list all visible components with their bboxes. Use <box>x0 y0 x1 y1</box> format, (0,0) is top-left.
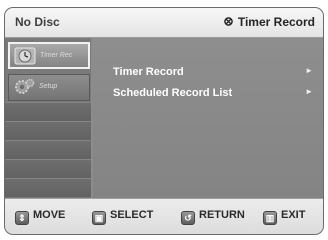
hint-return-label: RETURN <box>199 209 245 221</box>
gear-icon <box>15 78 35 94</box>
menu-item-timer-record[interactable]: Timer Record ► <box>113 66 313 80</box>
dvd-menu-screen: No Disc Timer Record Timer Rec Setup Tim… <box>5 8 323 234</box>
hint-exit-label: EXIT <box>281 209 306 221</box>
menu-item-label: Scheduled Record List <box>113 87 233 99</box>
exit-key-icon: ▥ <box>263 211 277 225</box>
record-circle-icon <box>224 17 233 26</box>
sidebar-divider <box>5 140 91 159</box>
hint-move-label: MOVE <box>33 209 66 221</box>
arrow-right-icon: ► <box>305 66 313 75</box>
sidebar-divider <box>5 159 91 178</box>
up-down-arrow-icon: ⇕ <box>15 211 29 225</box>
hint-move: ⇕ MOVE <box>15 209 65 225</box>
sidebar-item-label: Setup <box>39 83 58 90</box>
title-bar: No Disc Timer Record <box>5 8 323 38</box>
return-arrow-icon: ↺ <box>181 211 195 225</box>
hint-exit: ▥ EXIT <box>263 209 305 225</box>
menu-content: Timer Record ► Scheduled Record List ► <box>93 38 323 198</box>
hint-select: ▣ SELECT <box>92 209 153 225</box>
disc-status: No Disc <box>15 15 60 29</box>
menu-item-label: Timer Record <box>113 66 184 78</box>
sidebar-item-label: Timer Rec <box>40 52 73 59</box>
sidebar-divider <box>5 178 91 197</box>
menu-item-scheduled-record-list[interactable]: Scheduled Record List ► <box>113 87 313 101</box>
hint-return: ↺ RETURN <box>181 209 245 225</box>
sidebar: Timer Rec Setup <box>5 38 91 198</box>
select-key-icon: ▣ <box>92 211 106 225</box>
clock-icon <box>14 47 36 65</box>
sidebar-item-timer-record[interactable]: Timer Rec <box>8 42 90 69</box>
sidebar-divider <box>5 102 91 121</box>
button-hint-bar: ⇕ MOVE ▣ SELECT ↺ RETURN ▥ EXIT <box>5 198 323 234</box>
sidebar-item-setup[interactable]: Setup <box>8 74 90 101</box>
sidebar-divider <box>5 121 91 140</box>
arrow-right-icon: ► <box>305 87 313 96</box>
menu-title-group: Timer Record <box>224 15 315 29</box>
menu-title: Timer Record <box>237 15 315 29</box>
hint-select-label: SELECT <box>110 209 154 221</box>
